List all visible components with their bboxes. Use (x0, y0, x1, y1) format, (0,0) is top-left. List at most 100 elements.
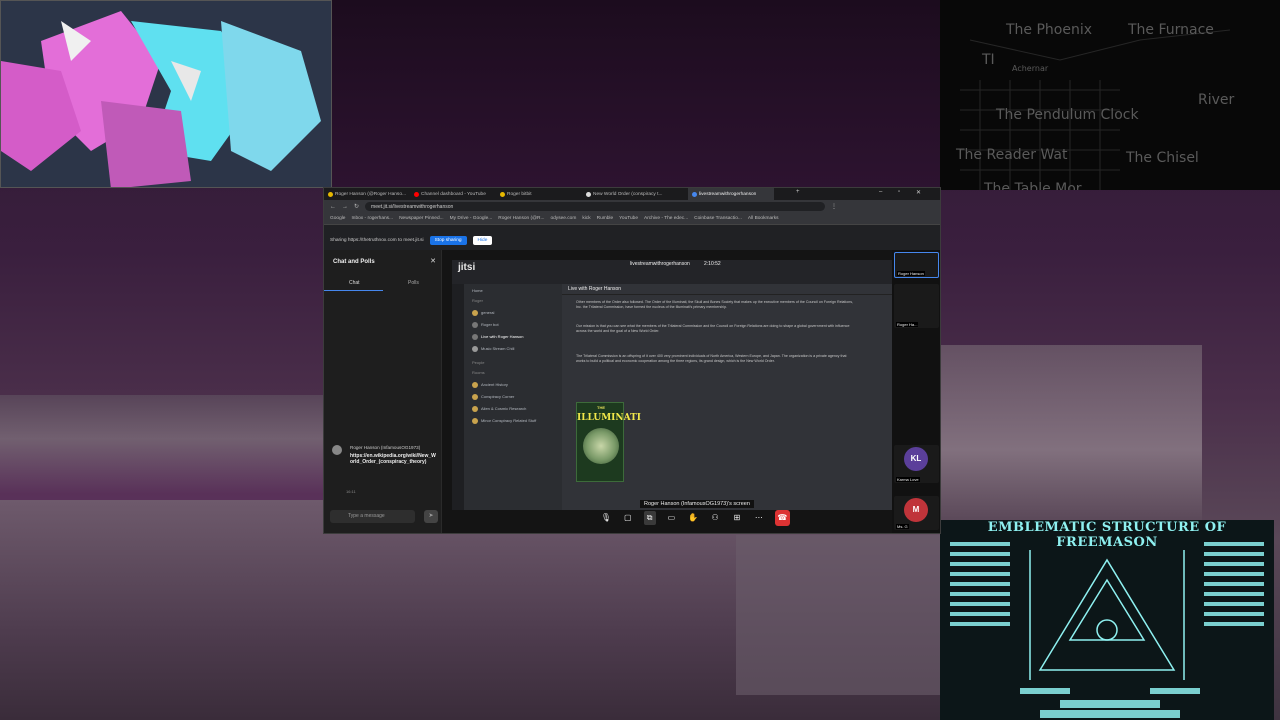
participant-name: Karma Love (896, 477, 920, 482)
chat-input[interactable]: Type a message (330, 510, 415, 523)
tile-view-icon[interactable]: ⊞ (731, 511, 743, 525)
participant-thumb[interactable]: KL Karma Love (894, 445, 939, 483)
bookmark-7[interactable]: kick (582, 216, 590, 221)
send-icon[interactable]: ➤ (424, 510, 438, 523)
pop-art-overlay (0, 0, 332, 188)
close-window-icon[interactable]: ✕ (916, 189, 921, 196)
tab-4-label: New World Order (conspiracy t... (593, 191, 663, 197)
raise-hand-icon[interactable]: ✋ (687, 511, 699, 525)
stop-sharing-button[interactable]: Stop sharing (429, 235, 467, 245)
bookmark-6[interactable]: odysee.com (550, 216, 576, 221)
participant-thumb[interactable]: Roger Ha... (894, 284, 939, 328)
channel-label: Music Stream Chill (481, 346, 515, 352)
tab-2[interactable]: Channel dashboard - YouTube (410, 188, 496, 200)
tab-bar: Roger Hanson (@Roger Hanso... Channel da… (324, 188, 940, 200)
maximize-icon[interactable]: ▫ (898, 189, 900, 195)
camera-icon[interactable]: ▢ (622, 511, 634, 525)
bookmark-11[interactable]: Coinbase Transactio... (694, 216, 742, 221)
channel-item[interactable]: Home (472, 288, 483, 293)
freemason-chart-graphic (950, 542, 1264, 718)
tab-1[interactable]: Roger Hanson (@Roger Hanso... (324, 188, 410, 200)
channel-item[interactable]: Ancient History (472, 382, 508, 388)
back-icon[interactable]: ← (330, 204, 336, 210)
category-header[interactable]: Rooms (472, 370, 485, 375)
participants-icon[interactable]: ⚇ (709, 511, 721, 525)
close-icon[interactable]: ✕ (430, 257, 436, 265)
channel-item[interactable]: Roger bot (472, 322, 499, 328)
channel-item[interactable]: Music Stream Chill (472, 346, 514, 352)
channel-icon (472, 346, 478, 352)
message-time: 16:11 (346, 489, 356, 494)
tab-polls[interactable]: Polls (408, 280, 419, 286)
hide-button[interactable]: Hide (472, 235, 493, 245)
sky-label-8: The Reader Wat (956, 147, 1068, 163)
sky-label-2: The Phoenix (1006, 22, 1093, 38)
desktop-stream-composite: The Furnace The Phoenix Achernar TI Rive… (0, 0, 1280, 720)
url-field[interactable]: meet.jit.si/livestreamwithrogerhanson (365, 202, 826, 211)
more-icon[interactable]: ⋯ (753, 511, 765, 525)
chat-icon[interactable]: ▭ (666, 511, 678, 525)
channel-item[interactable]: Roger (472, 298, 483, 303)
category-header[interactable]: People (472, 360, 484, 365)
address-bar: ← → ↻ meet.jit.si/livestreamwithrogerhan… (324, 200, 940, 213)
forward-icon[interactable]: → (342, 204, 348, 210)
bookmark-9[interactable]: YouTube (619, 216, 638, 221)
constellation-overlay: The Furnace The Phoenix Achernar TI Rive… (940, 0, 1280, 190)
tab-4[interactable]: New World Order (conspiracy t... (582, 188, 688, 200)
reload-icon[interactable]: ↻ (354, 203, 359, 210)
jitsi-logo: jitsi (458, 262, 476, 273)
bookmark-8[interactable]: Rumble (597, 216, 614, 221)
bookmark-10[interactable]: Archive - The edec... (644, 216, 688, 221)
channel-header: Live with Roger Hanson (562, 284, 892, 295)
freemason-chart-overlay: EMBLEMATIC STRUCTURE OF FREEMASON (940, 520, 1274, 720)
tab-3[interactable]: Roger bitbit (496, 188, 582, 200)
bookmark-12[interactable]: All Bookmarks (748, 216, 779, 221)
bookmark-1[interactable]: Google (330, 216, 345, 221)
sky-label-3: Achernar (1012, 64, 1049, 73)
chat-panel: Chat and Polls ✕ Chat Polls Roger Hanson… (324, 250, 442, 533)
new-tab-icon[interactable]: + (796, 189, 800, 195)
minimize-icon[interactable]: – (879, 189, 882, 195)
channel-icon (472, 406, 478, 412)
tab-5-jitsi-icon (692, 191, 697, 197)
pop-art-image (1, 1, 331, 187)
active-tab-indicator (324, 290, 383, 291)
message-link[interactable]: https://en.wikipedia.org/wiki/New_World_… (350, 453, 438, 465)
channel-item[interactable]: Conspiracy Corner (472, 394, 514, 400)
avatar (332, 445, 342, 455)
channel-item[interactable]: Alien & Cosmic Research (472, 406, 526, 412)
sky-label-1: The Furnace (1128, 22, 1214, 38)
tab-5[interactable]: livestreamwithrogerhanson (688, 188, 774, 200)
channel-label: Alien & Cosmic Research (481, 406, 527, 412)
avatar: M (904, 498, 928, 522)
chat-panel-title: Chat and Polls (333, 259, 375, 265)
hangup-icon[interactable]: ☎ (774, 510, 790, 526)
participant-thumb[interactable]: M Ms. G (894, 496, 939, 530)
bookmarks-bar: Google Inbox - rogerhans... Newspaper Pi… (324, 213, 940, 225)
channel-item[interactable]: Minor Conspiracy Related Stuff (472, 418, 536, 424)
tab-2-label: Channel dashboard - YouTube (421, 191, 486, 197)
bookmark-4[interactable]: My Drive - Google... (450, 216, 493, 221)
message-paragraph: Our mission is that you can see what the… (576, 324, 850, 333)
bookmark-2[interactable]: Inbox - rogerhans... (351, 216, 393, 221)
channel-item[interactable]: general (472, 310, 494, 316)
extensions-icon[interactable]: ⋮ (831, 203, 837, 210)
message-area: Live with Roger Hanson Other members of … (562, 284, 892, 510)
pyramid-seal-icon (583, 428, 619, 464)
screenshare-icon[interactable]: ⧉ (643, 511, 656, 525)
channel-icon (472, 334, 478, 340)
sky-label-6: The Pendulum Clock (996, 107, 1139, 123)
message-sender: Roger Hanson (InfamousOG1973) (350, 445, 421, 450)
bookmark-5[interactable]: Roger Hanson (@R... (498, 216, 544, 221)
tab-3-label: Roger bitbit (507, 191, 532, 197)
bookmark-3[interactable]: Newspaper Pinned... (399, 216, 444, 221)
channel-label: Roger bot (481, 322, 499, 328)
poster-subtitle: THE (597, 405, 605, 410)
share-status-text: Sharing https://thetruthnox.com to meet.… (330, 237, 424, 243)
microphone-icon[interactable]: 🎙 (600, 511, 612, 525)
tab-1-favicon-icon (328, 191, 333, 197)
channel-item-active[interactable]: Live with Roger Hanson (472, 334, 523, 340)
sky-label-7: The Chisel (1126, 150, 1199, 166)
tab-chat[interactable]: Chat (349, 280, 360, 286)
participant-thumb[interactable]: Roger Hanson (894, 252, 939, 278)
